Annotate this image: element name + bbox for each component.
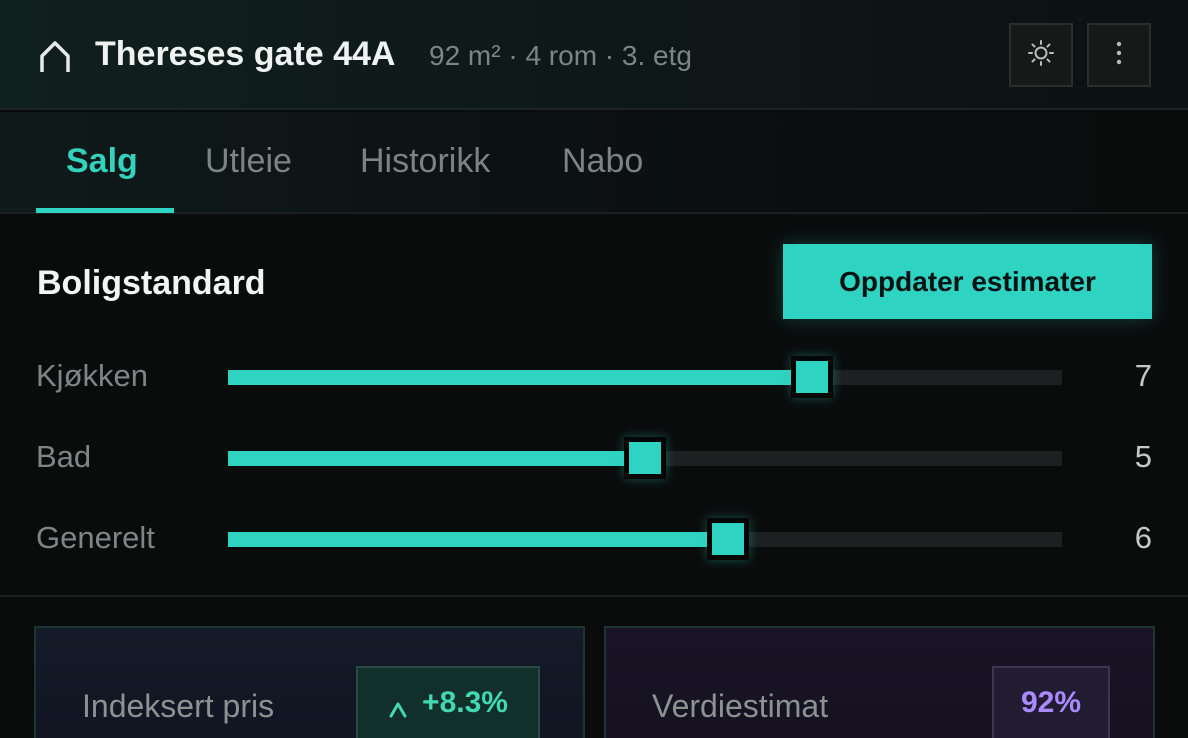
theme-toggle-button[interactable] bbox=[1009, 23, 1073, 87]
card-label: Indeksert pris bbox=[82, 688, 275, 724]
tab-utleie[interactable]: Utleie bbox=[205, 142, 292, 181]
tab-historikk[interactable]: Historikk bbox=[360, 142, 490, 181]
slider-fill bbox=[228, 532, 729, 547]
tab-nabo[interactable]: Nabo bbox=[562, 142, 643, 181]
slider-label-kjokken: Kjøkken bbox=[36, 358, 148, 393]
slider-fill bbox=[228, 370, 812, 385]
tab-salg[interactable]: Salg bbox=[66, 142, 138, 181]
section-title: Boligstandard bbox=[37, 264, 266, 302]
slider-value-generelt: 6 bbox=[1134, 520, 1152, 555]
indexed-price-card: Indeksert pris +8.3% bbox=[34, 626, 585, 738]
slider-thumb-generelt[interactable] bbox=[707, 518, 750, 560]
tab-bar: Salg Utleie Historikk Nabo bbox=[0, 112, 1188, 214]
slider-thumb-bad[interactable] bbox=[624, 437, 666, 479]
price-change-value: +8.3% bbox=[422, 686, 508, 719]
value-estimate-card: Verdiestimat 92% bbox=[604, 626, 1155, 738]
slider-value-bad: 5 bbox=[1134, 439, 1152, 474]
header-bar: Thereses gate 44A 92 m² · 4 rom · 3. etg bbox=[0, 0, 1188, 110]
slider-thumb-kjokken[interactable] bbox=[790, 356, 833, 398]
section-divider bbox=[0, 595, 1188, 597]
active-tab-indicator bbox=[36, 208, 174, 213]
slider-track-kjokken[interactable] bbox=[228, 356, 1062, 398]
slider-track-bad[interactable] bbox=[228, 437, 1062, 479]
slider-label-generelt: Generelt bbox=[36, 520, 155, 555]
home-icon bbox=[38, 40, 72, 74]
price-change-badge: +8.3% bbox=[356, 666, 540, 738]
slider-value-kjokken: 7 bbox=[1134, 358, 1152, 393]
card-label: Verdiestimat bbox=[652, 688, 829, 724]
update-estimates-button[interactable]: Oppdater estimater bbox=[783, 244, 1152, 319]
property-meta: 92 m² · 4 rom · 3. etg bbox=[429, 40, 692, 71]
sun-icon bbox=[1027, 39, 1055, 72]
more-options-button[interactable] bbox=[1087, 23, 1151, 87]
slider-label-bad: Bad bbox=[36, 439, 92, 474]
slider-track-generelt[interactable] bbox=[228, 518, 1062, 560]
caret-up-icon bbox=[388, 693, 408, 718]
page-title: Thereses gate 44A bbox=[95, 35, 396, 73]
confidence-badge: 92% bbox=[992, 666, 1110, 738]
more-vertical-icon bbox=[1115, 40, 1123, 71]
slider-fill bbox=[228, 451, 645, 466]
